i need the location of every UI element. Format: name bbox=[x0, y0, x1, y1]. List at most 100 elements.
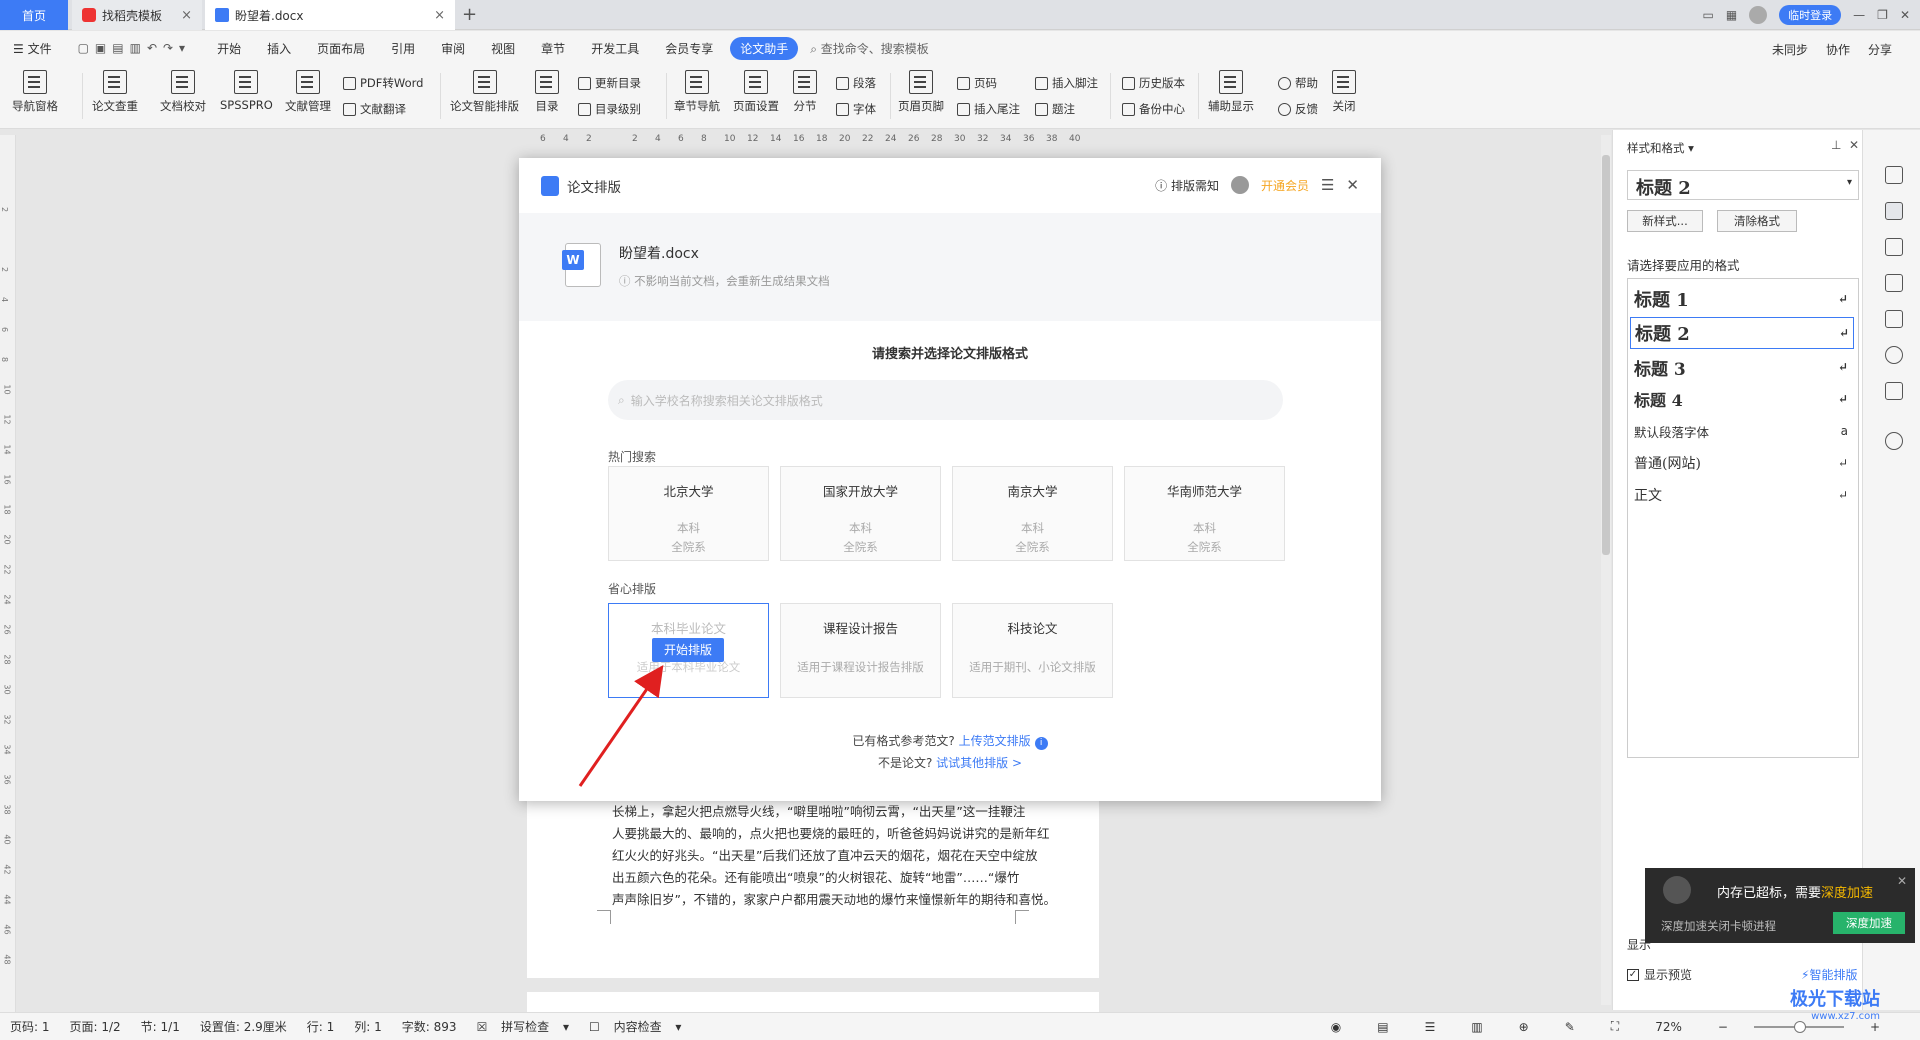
thesis-check-button[interactable]: 论文查重 bbox=[92, 70, 138, 114]
menu-icon[interactable]: ☰ bbox=[1321, 176, 1334, 194]
status-words[interactable]: 字数: 893 bbox=[392, 1018, 467, 1035]
proofread-button[interactable]: 文档校对 bbox=[160, 70, 206, 114]
share-button[interactable]: 分享 bbox=[1868, 41, 1892, 58]
eye-icon[interactable]: ◉ bbox=[1321, 1020, 1351, 1034]
vertical-scrollbar[interactable] bbox=[1601, 135, 1611, 1005]
close-icon[interactable]: ✕ bbox=[1897, 874, 1907, 888]
document-page-2[interactable] bbox=[527, 992, 1099, 1012]
close-icon[interactable]: × bbox=[434, 8, 445, 23]
help-button[interactable]: 帮助 bbox=[1278, 75, 1318, 91]
select-cursor-icon[interactable] bbox=[1885, 238, 1903, 256]
help-icon[interactable] bbox=[1885, 432, 1903, 450]
read-view-icon[interactable]: ▥ bbox=[1461, 1020, 1492, 1034]
pen-icon[interactable]: ✎ bbox=[1555, 1020, 1585, 1034]
menu-chapter[interactable]: 章节 bbox=[528, 40, 578, 57]
paragraph-button[interactable]: 段落 bbox=[836, 75, 876, 91]
nav-pane-button[interactable]: 导航窗格 bbox=[12, 70, 58, 114]
smart-format-link[interactable]: ⚡智能排版 bbox=[1801, 966, 1857, 983]
content-check-button[interactable]: ☐ 内容检查 ▾ bbox=[579, 1018, 691, 1035]
format-notice-button[interactable]: ⓘ 排版需知 bbox=[1155, 177, 1219, 194]
close-window-icon[interactable]: ✕ bbox=[1900, 8, 1910, 22]
tab-home[interactable]: 首页 bbox=[0, 0, 68, 30]
toc-button[interactable]: 目录 bbox=[535, 70, 559, 114]
style-item-heading3[interactable]: 标题 3 ↵ bbox=[1634, 351, 1852, 383]
menu-layout[interactable]: 页面布局 bbox=[304, 40, 378, 57]
style-item-heading2[interactable]: 标题 2 ↵ bbox=[1630, 317, 1854, 349]
menu-insert[interactable]: 插入 bbox=[254, 40, 304, 57]
font-button[interactable]: 字体 bbox=[836, 101, 876, 117]
style-item-heading4[interactable]: 标题 4 ↵ bbox=[1634, 383, 1852, 415]
book-icon[interactable] bbox=[1885, 382, 1903, 400]
minimize-icon[interactable]: — bbox=[1853, 8, 1865, 22]
style-item-web[interactable]: 普通(网站) ↵ bbox=[1634, 447, 1852, 479]
close-thesis-button[interactable]: 关闭 bbox=[1332, 70, 1356, 114]
backup-button[interactable]: 备份中心 bbox=[1122, 101, 1185, 117]
caption-button[interactable]: 题注 bbox=[1035, 101, 1075, 117]
avatar[interactable] bbox=[1230, 176, 1249, 194]
history-button[interactable]: 历史版本 bbox=[1122, 75, 1185, 91]
translate-button[interactable]: 文献翻译 bbox=[343, 101, 406, 117]
adjust-icon[interactable] bbox=[1885, 274, 1903, 292]
document-page[interactable]: 长梯上，拿起火把点燃导火线，“噼里啪啦”响彻云霄，“出天星”这一挂鞭注 人要挑最… bbox=[527, 795, 1099, 978]
insert-endnote-button[interactable]: 插入尾注 bbox=[957, 101, 1020, 117]
doc-manage-button[interactable]: 文献管理 bbox=[285, 70, 331, 114]
show-preview-checkbox[interactable]: ✓ 显示预览 bbox=[1627, 966, 1692, 983]
style-item-heading1[interactable]: 标题 1 ↵ bbox=[1634, 283, 1852, 315]
scroll-thumb[interactable] bbox=[1602, 155, 1610, 555]
menu-member[interactable]: 会员专享 bbox=[652, 40, 726, 57]
zoom-slider[interactable] bbox=[1753, 1020, 1844, 1033]
section-break-button[interactable]: 分节 bbox=[793, 70, 817, 114]
spsspro-button[interactable]: SPSSPRO bbox=[220, 70, 273, 112]
fit-icon[interactable]: ⛶ bbox=[1601, 1019, 1629, 1034]
collab-button[interactable]: 协作 bbox=[1826, 41, 1850, 58]
tab-document[interactable]: 盼望着.docx × bbox=[205, 0, 455, 30]
sync-button[interactable]: 未同步 bbox=[1772, 41, 1808, 58]
restore-icon[interactable]: ❐ bbox=[1877, 8, 1888, 22]
close-icon[interactable]: ✕ bbox=[1346, 176, 1359, 194]
avatar[interactable] bbox=[1749, 6, 1768, 24]
other-format-link[interactable]: 试试其他排版 > bbox=[936, 756, 1022, 770]
web-view-icon[interactable]: ⊕ bbox=[1509, 1020, 1539, 1034]
assist-display-button[interactable]: 辅助显示 bbox=[1208, 70, 1254, 114]
format-card-undergrad[interactable]: 本科毕业论文 适用于本科毕业论文 开始排版 bbox=[608, 603, 769, 698]
new-tab-button[interactable]: + bbox=[462, 4, 477, 25]
upload-sample-link[interactable]: 上传范文排版 bbox=[959, 734, 1031, 748]
layout-icon[interactable]: ▭ bbox=[1702, 8, 1713, 22]
menu-reference[interactable]: 引用 bbox=[378, 40, 428, 57]
pin-icon[interactable]: ⊥ bbox=[1831, 138, 1841, 152]
school-card[interactable]: 华南师范大学 本科 全院系 bbox=[1124, 466, 1285, 561]
clear-format-button[interactable]: 清除格式 bbox=[1717, 210, 1797, 232]
school-card[interactable]: 北京大学 本科 全院系 bbox=[608, 466, 769, 561]
deep-accelerate-button[interactable]: 深度加速 bbox=[1833, 912, 1905, 934]
menu-thesis-assistant[interactable]: 论文助手 bbox=[730, 36, 799, 60]
panel-title[interactable]: 样式和格式 ▾ bbox=[1627, 140, 1694, 156]
menu-file[interactable]: ☰ 文件 bbox=[0, 40, 65, 57]
toc-level-button[interactable]: 目录级别 bbox=[578, 101, 641, 117]
zoom-level[interactable]: 72% bbox=[1645, 1020, 1692, 1034]
close-panel-icon[interactable]: ✕ bbox=[1849, 138, 1859, 152]
update-toc-button[interactable]: 更新目录 bbox=[578, 75, 641, 91]
page-view-icon[interactable]: ▤ bbox=[1367, 1020, 1398, 1034]
menu-view[interactable]: 视图 bbox=[478, 40, 528, 57]
quick-access-icons[interactable]: ▢▣▤▥↶↷▾ bbox=[65, 41, 204, 55]
command-search[interactable]: ⌕ 查找命令、搜索模板 bbox=[810, 40, 929, 57]
grid-icon[interactable]: ▦ bbox=[1726, 8, 1737, 22]
menu-devtools[interactable]: 开发工具 bbox=[578, 40, 652, 57]
school-card[interactable]: 南京大学 本科 全院系 bbox=[952, 466, 1113, 561]
rocket-icon[interactable] bbox=[1885, 166, 1903, 184]
school-card[interactable]: 国家开放大学 本科 全院系 bbox=[780, 466, 941, 561]
start-format-button[interactable]: 开始排版 bbox=[652, 638, 724, 662]
smart-format-button[interactable]: 论文智能排版 bbox=[450, 70, 519, 114]
location-icon[interactable] bbox=[1885, 346, 1903, 364]
feedback-button[interactable]: 反馈 bbox=[1278, 101, 1318, 117]
current-style-select[interactable]: 标题 2 ▾ bbox=[1627, 170, 1859, 200]
chapter-nav-button[interactable]: 章节导航 bbox=[674, 70, 720, 114]
image-icon[interactable] bbox=[1885, 310, 1903, 328]
menu-start[interactable]: 开始 bbox=[204, 40, 254, 57]
outline-view-icon[interactable]: ☰ bbox=[1415, 1020, 1446, 1034]
format-card-course[interactable]: 课程设计报告 适用于课程设计报告排版 bbox=[780, 603, 941, 698]
style-pen-icon[interactable] bbox=[1885, 202, 1903, 220]
style-item-default-font[interactable]: 默认段落字体 a bbox=[1634, 415, 1852, 447]
pdf-to-word-button[interactable]: PDF转Word bbox=[343, 75, 423, 91]
login-button[interactable]: 临时登录 bbox=[1779, 5, 1842, 25]
